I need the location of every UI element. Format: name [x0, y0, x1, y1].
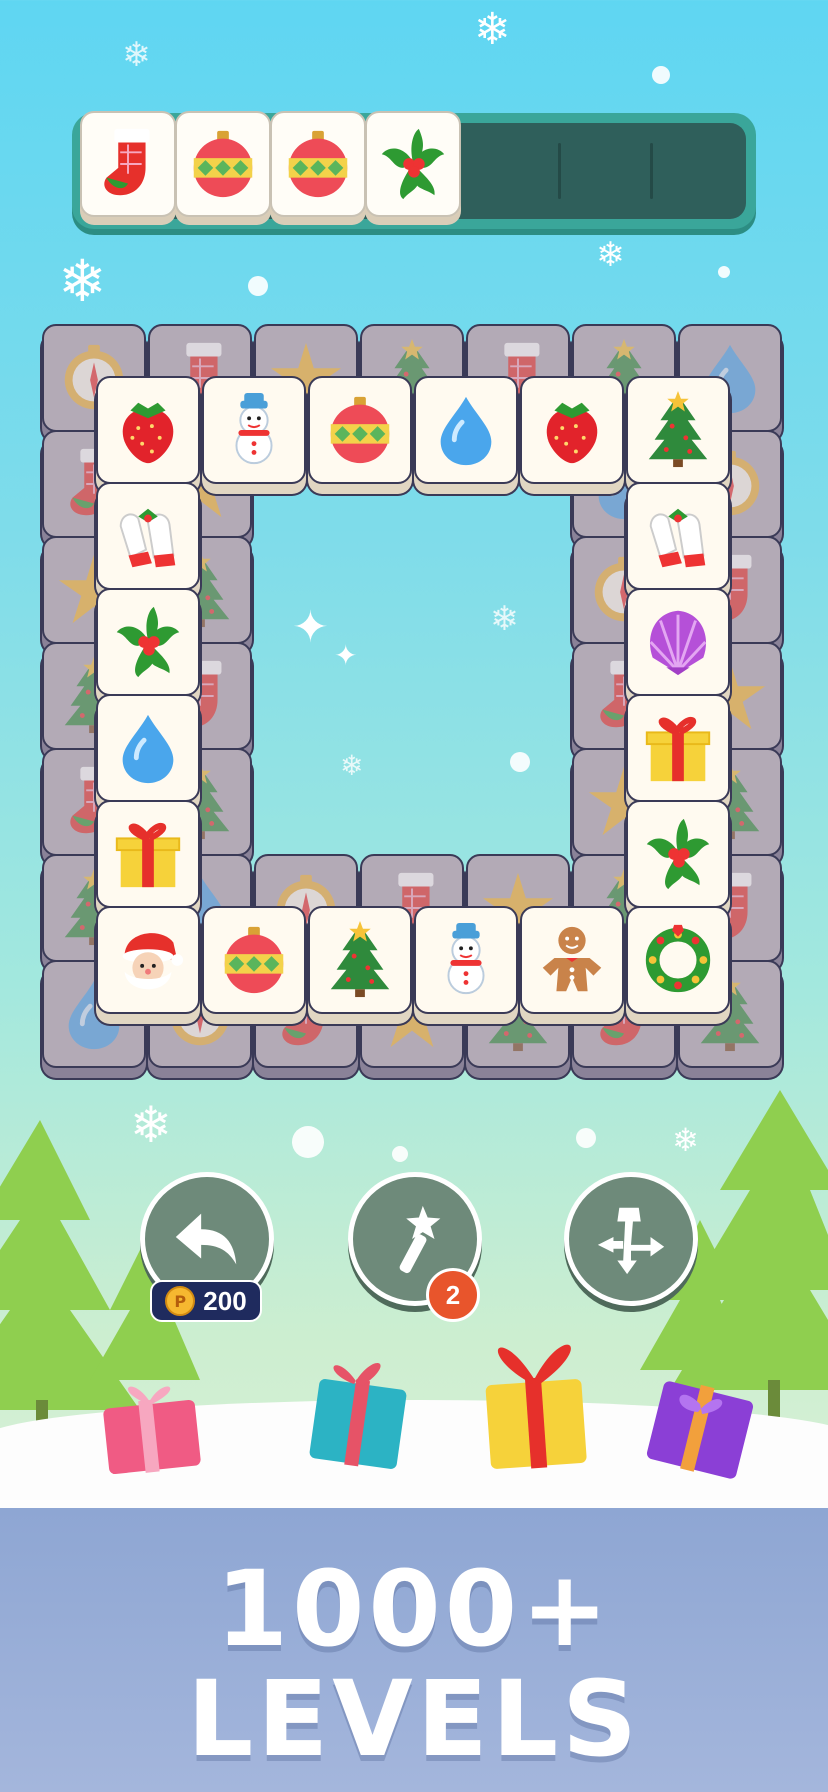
magic-wand-icon — [399, 1205, 441, 1274]
board-tile[interactable] — [202, 906, 306, 1014]
ornament-icon — [224, 926, 284, 994]
ornament-icon — [193, 130, 253, 198]
stocking-icon — [104, 128, 150, 196]
santa-icon — [122, 933, 184, 990]
board-tile[interactable] — [96, 588, 200, 696]
tray-tile — [270, 111, 366, 217]
board-tile[interactable] — [414, 906, 518, 1014]
tray-tile — [80, 111, 176, 217]
pink-gift-icon — [103, 1386, 201, 1475]
holly-icon — [116, 606, 180, 678]
snowflake-icon: ❄ — [596, 235, 625, 275]
board-tile[interactable] — [414, 376, 518, 484]
board-tile[interactable] — [308, 906, 412, 1014]
snowman-icon — [235, 392, 273, 465]
board-tile[interactable] — [626, 482, 730, 590]
banner-line-1: 1000+ — [215, 1548, 613, 1670]
drop-icon — [440, 396, 492, 466]
snowman-icon — [447, 922, 485, 995]
purple-gift-icon — [646, 1381, 754, 1479]
yellow-gift-icon — [485, 1344, 587, 1469]
teal-gift-icon — [309, 1362, 407, 1469]
board-tile[interactable] — [96, 376, 200, 484]
snowflake-icon: ❄ — [474, 4, 511, 55]
ornament-icon — [288, 130, 348, 198]
gift-icon — [115, 823, 181, 888]
board-tile[interactable] — [202, 376, 306, 484]
holly-icon — [646, 818, 710, 890]
mittens-icon — [119, 508, 176, 568]
sparkle-icon: ✦ — [334, 639, 358, 672]
hint-count-badge: 2 — [426, 1268, 480, 1322]
promo-banner: 1000+ LEVELS — [0, 1508, 828, 1792]
shuffle-icon — [597, 1207, 665, 1275]
coin-icon: P — [165, 1286, 196, 1316]
wreath-icon — [645, 924, 711, 993]
tile-tray — [72, 111, 756, 229]
snowflake-icon: ❄ — [58, 247, 107, 315]
drop-icon — [122, 714, 174, 784]
snowflake-icon: ❄ — [340, 749, 364, 782]
board-tile[interactable] — [308, 376, 412, 484]
board-tile[interactable] — [96, 694, 200, 802]
board-tile[interactable] — [626, 694, 730, 802]
board-tile[interactable] — [626, 376, 730, 484]
board-tile[interactable] — [520, 906, 624, 1014]
holly-icon — [381, 128, 445, 200]
undo-cost-badge: P 200 — [150, 1280, 262, 1322]
gift-icon — [645, 717, 711, 782]
board-tile[interactable] — [626, 800, 730, 908]
strawberry-icon — [546, 402, 598, 464]
mittens-icon — [649, 508, 706, 568]
tray-tile — [175, 111, 271, 217]
tree-icon — [648, 391, 708, 468]
board-tile[interactable] — [96, 906, 200, 1014]
tree-icon — [330, 921, 390, 998]
banner-line-2: LEVELS — [186, 1658, 641, 1780]
board-tile[interactable] — [96, 482, 200, 590]
board-tile[interactable] — [520, 376, 624, 484]
board-tile[interactable] — [626, 588, 730, 696]
tray-tile — [365, 111, 461, 217]
sparkle-icon: ✦ — [292, 602, 329, 653]
ornament-icon — [330, 396, 390, 464]
strawberry-icon — [122, 402, 174, 464]
undo-cost: 200 — [203, 1285, 247, 1316]
gingerbread-icon — [542, 926, 602, 992]
board-tile[interactable] — [626, 906, 730, 1014]
undo-arrow-icon — [175, 1213, 237, 1265]
snowflake-icon: ❄ — [122, 35, 151, 75]
snowflake-icon: ❄ — [490, 599, 519, 639]
board-tile[interactable] — [96, 800, 200, 908]
shuffle-button[interactable] — [564, 1172, 698, 1306]
shell-icon — [649, 610, 707, 676]
